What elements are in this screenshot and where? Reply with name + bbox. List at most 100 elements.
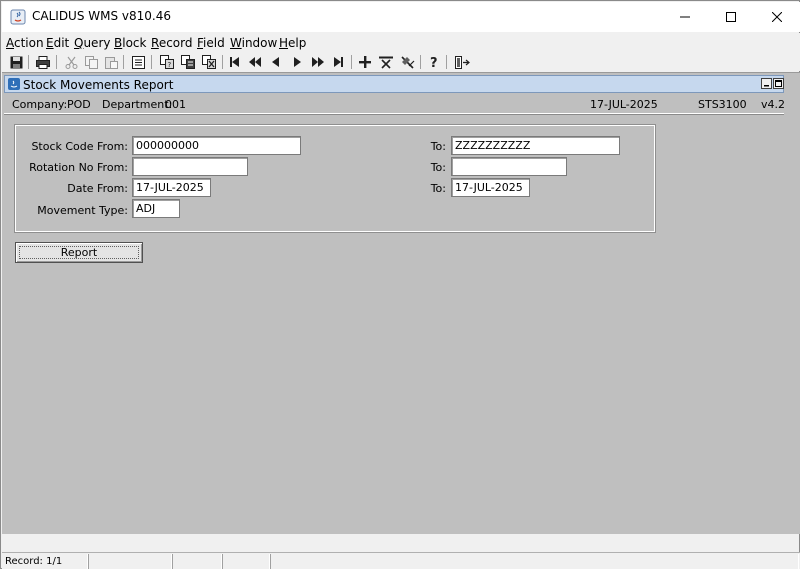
- svg-text:?: ?: [168, 61, 172, 69]
- maximize-icon: [775, 80, 782, 87]
- save-icon: [10, 56, 22, 68]
- previous-record-button[interactable]: [268, 54, 284, 70]
- form-info-bar: Company: POD Department: 001 17-JUL-2025…: [4, 94, 786, 114]
- previous-block-button[interactable]: [247, 54, 263, 70]
- enter-query-button[interactable]: ?: [159, 54, 175, 70]
- window-title: CALIDUS WMS v810.46: [32, 9, 172, 23]
- stock-code-from-label: Stock Code From:: [31, 140, 128, 153]
- toolbar: ? ?: [2, 53, 800, 71]
- menu-accel: A: [6, 36, 14, 50]
- date-to-label: To:: [430, 182, 446, 195]
- cancel-query-button[interactable]: [201, 54, 217, 70]
- menu-field[interactable]: Field: [197, 36, 225, 50]
- report-button[interactable]: Report: [15, 242, 143, 263]
- save-button[interactable]: [8, 54, 24, 70]
- menu-label: dit: [53, 36, 70, 50]
- execute-query-icon: [181, 55, 195, 69]
- status-cell: [270, 554, 799, 569]
- rotation-to-label: To:: [430, 161, 446, 174]
- date-to-input[interactable]: [451, 178, 530, 197]
- menu-edit[interactable]: Edit: [46, 36, 69, 50]
- maximize-icon: [726, 12, 736, 22]
- exit-icon: [454, 55, 470, 69]
- next-record-icon: [294, 57, 301, 67]
- next-block-button[interactable]: [310, 54, 326, 70]
- insert-record-button[interactable]: [357, 54, 373, 70]
- toolbar-separator: [123, 55, 124, 69]
- last-record-button[interactable]: [330, 54, 346, 70]
- maximize-button[interactable]: [708, 2, 754, 32]
- list-button[interactable]: [130, 54, 146, 70]
- menu-action[interactable]: Action: [6, 36, 44, 50]
- rotation-to-input[interactable]: [451, 157, 567, 176]
- java-app-icon: [10, 9, 26, 25]
- help-button[interactable]: ?: [426, 54, 442, 70]
- exit-button[interactable]: [454, 54, 470, 70]
- menu-query[interactable]: Query: [74, 36, 110, 50]
- minimize-icon: [680, 16, 690, 18]
- toolbar-separator: [56, 55, 57, 69]
- menu-label: ction: [14, 36, 44, 50]
- status-cell: [172, 554, 222, 569]
- menu-block[interactable]: Block: [114, 36, 146, 50]
- next-record-button[interactable]: [289, 54, 305, 70]
- next-block-icon: [312, 57, 324, 67]
- status-cell: [88, 554, 172, 569]
- status-record-cell: Record: 1/1: [2, 554, 88, 569]
- svg-text:?: ?: [430, 56, 438, 69]
- menu-label: elp: [288, 36, 307, 50]
- insert-record-icon: [359, 56, 371, 68]
- menu-accel: W: [230, 36, 242, 50]
- toolbar-separator: [222, 55, 223, 69]
- status-record: Record: 1/1: [5, 556, 63, 567]
- enter-query-icon: ?: [160, 55, 174, 69]
- menu-record[interactable]: Record: [151, 36, 192, 50]
- print-button[interactable]: [35, 54, 51, 70]
- form-minimize-button[interactable]: [761, 78, 772, 89]
- cancel-query-icon: [202, 55, 216, 69]
- menu-bar: Action Edit Query Block Record Field Win…: [2, 33, 800, 53]
- menu-label: ecord: [158, 36, 193, 50]
- form-title-bar: Stock Movements Report: [4, 75, 784, 93]
- status-bar: Record: 1/1: [2, 552, 800, 569]
- menu-window[interactable]: Window: [230, 36, 277, 50]
- form-window-icon: [8, 78, 20, 90]
- date-from-label: Date From:: [67, 182, 128, 195]
- copy-button[interactable]: [83, 54, 99, 70]
- module-version: v4.2: [761, 98, 786, 111]
- focus-indicator: [19, 246, 139, 259]
- company-label: Company:: [12, 98, 68, 111]
- stock-code-from-input[interactable]: [132, 136, 301, 155]
- print-icon: [36, 55, 50, 69]
- cut-icon: [65, 56, 77, 69]
- clear-record-button[interactable]: [400, 54, 416, 70]
- cut-button[interactable]: [63, 54, 79, 70]
- department-value: 001: [165, 98, 186, 111]
- date-from-input[interactable]: [132, 178, 211, 197]
- toolbar-separator: [446, 55, 447, 69]
- delete-record-button[interactable]: [378, 54, 394, 70]
- menu-help[interactable]: Help: [279, 36, 306, 50]
- toolbar-separator: [420, 55, 421, 69]
- menu-label: indow: [241, 36, 278, 50]
- menu-accel: R: [151, 36, 159, 50]
- company-value: POD: [67, 98, 91, 111]
- paste-button[interactable]: [103, 54, 119, 70]
- close-button[interactable]: [754, 2, 800, 32]
- first-record-button[interactable]: [227, 54, 243, 70]
- menu-label: lock: [122, 36, 147, 50]
- form-maximize-button[interactable]: [773, 78, 784, 89]
- menu-accel: H: [279, 36, 289, 50]
- execute-query-button[interactable]: [180, 54, 196, 70]
- previous-block-icon: [249, 57, 261, 67]
- clear-record-icon: [401, 55, 415, 69]
- movement-type-input[interactable]: [132, 199, 180, 218]
- minimize-button[interactable]: [662, 2, 708, 32]
- current-date: 17-JUL-2025: [590, 98, 658, 111]
- first-record-icon: [230, 57, 239, 67]
- rotation-from-input[interactable]: [132, 157, 248, 176]
- rotation-from-label: Rotation No From:: [29, 161, 128, 174]
- menu-label: ield: [203, 36, 225, 50]
- department-label: Department:: [102, 98, 173, 111]
- stock-code-to-input[interactable]: [451, 136, 620, 155]
